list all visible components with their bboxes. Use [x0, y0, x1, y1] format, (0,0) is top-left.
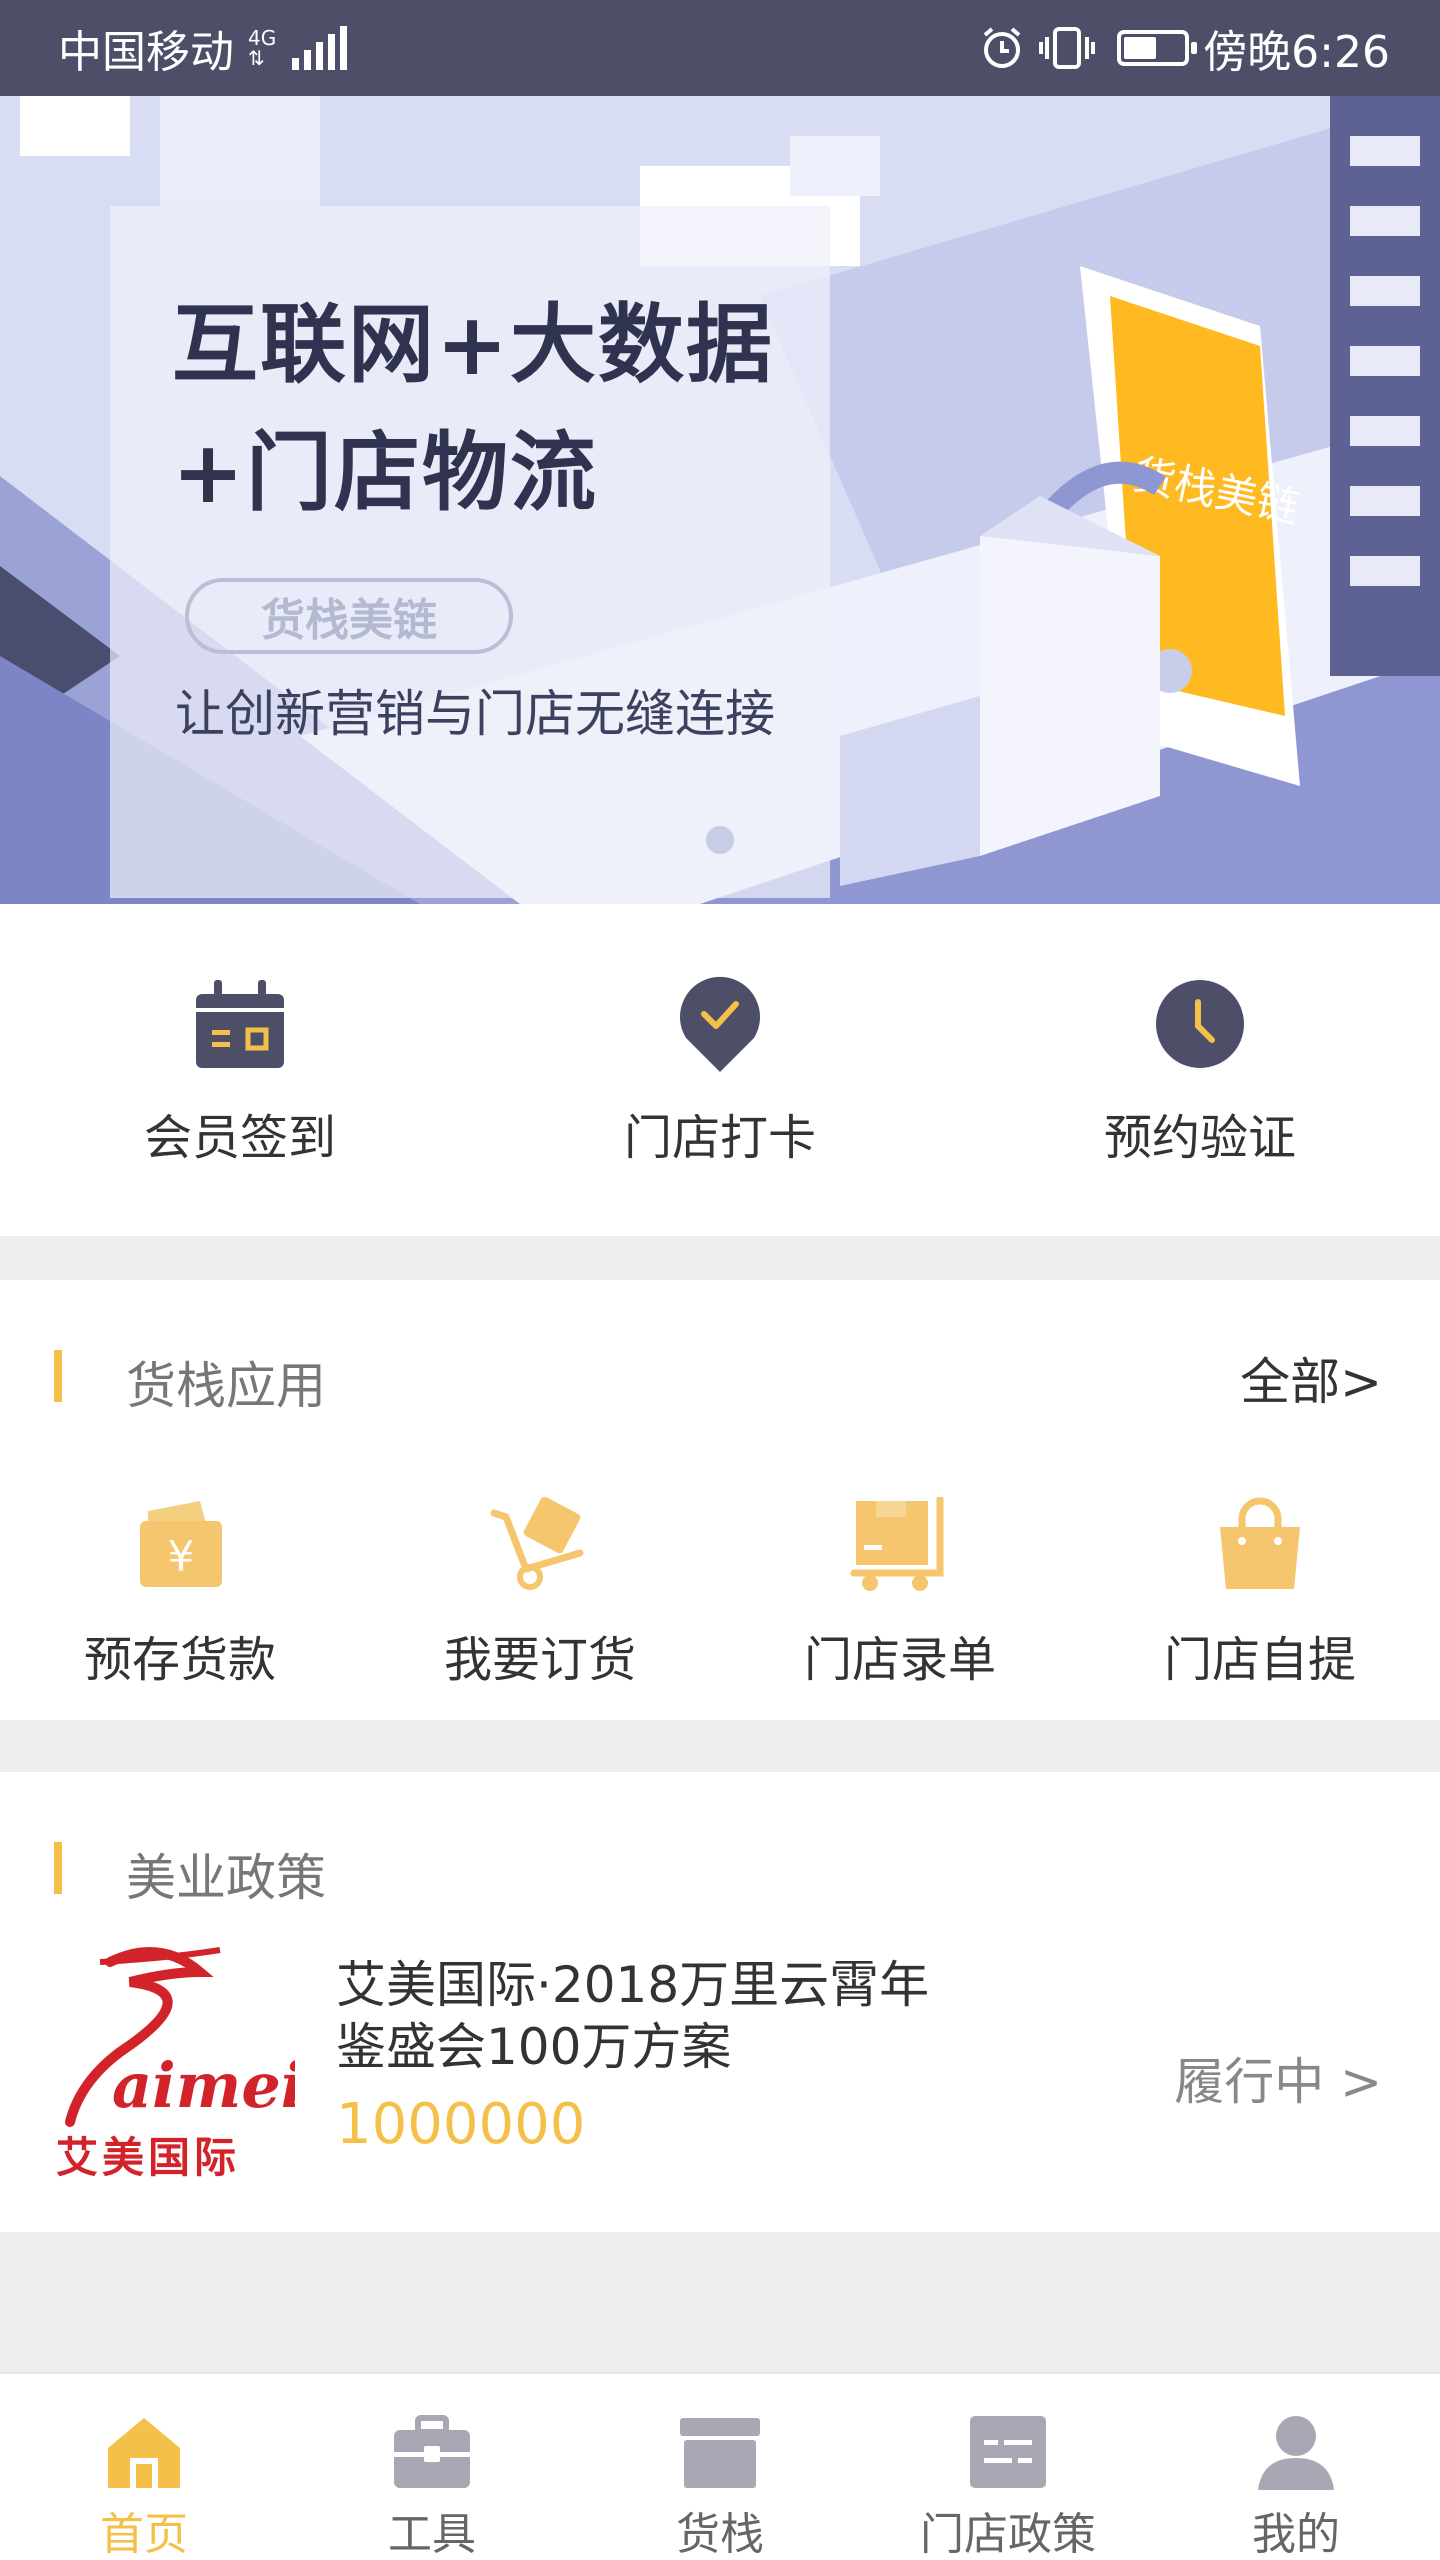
carrier-name: 中国移动: [58, 27, 234, 78]
apps-section-header: 货栈应用 全部>: [0, 1280, 1440, 1415]
aimei-logo: aimei 艾美国际: [56, 1947, 295, 2182]
hand-truck-icon: [485, 1490, 595, 1600]
app-store-pickup[interactable]: 门店自提: [1110, 1490, 1410, 1690]
nav-label: 工具: [388, 2509, 476, 2560]
policy-title: 艾美国际·2018万里云霄年鉴盛会100万方案: [336, 1956, 930, 2076]
app-screen: 中国移动 4G ⇅ 傍晚6:26 货栈美链 互联网+大数据 +门店物流 货栈美链…: [0, 0, 1440, 2560]
policy-section-header: 美业政策: [0, 1772, 1440, 1907]
app-order[interactable]: 我要订货: [390, 1490, 690, 1690]
signal-icon: [292, 26, 348, 70]
delivery-cart-icon: [845, 1490, 955, 1600]
status-right: 傍晚6:26: [979, 16, 1390, 80]
app-prepay[interactable]: ¥ 预存货款: [30, 1490, 330, 1690]
quick-actions: 会员签到 门店打卡 预约验证: [0, 904, 1440, 1236]
calendar-icon: [190, 974, 290, 1074]
nav-label: 货栈: [676, 2509, 764, 2560]
section-accent-bar: [54, 1842, 62, 1894]
alarm-icon: [983, 27, 1021, 68]
app-label: 预存货款: [83, 1632, 276, 1688]
network-type: 4G ⇅: [248, 28, 276, 68]
network-label: 4G: [248, 26, 277, 50]
nav-home[interactable]: 首页: [0, 2412, 288, 2560]
policy-status-link[interactable]: 履行中 >: [1174, 2042, 1382, 2114]
quick-action-label: 预约验证: [1103, 1110, 1296, 1166]
status-left: 中国移动 4G ⇅: [58, 16, 348, 80]
clock-time: 傍晚6:26: [1203, 27, 1390, 78]
app-label: 门店录单: [803, 1632, 996, 1688]
banner-headline-2: +门店物流: [172, 423, 599, 523]
nav-label: 门店政策: [920, 2509, 1096, 2560]
svg-text:¥: ¥: [168, 1532, 195, 1581]
home-icon: [104, 2412, 184, 2492]
quick-action-store-punch[interactable]: 门店打卡: [570, 974, 870, 1168]
vibrate-icon: [1039, 27, 1096, 69]
app-label: 我要订货: [443, 1632, 636, 1688]
section-accent-bar: [54, 1350, 62, 1402]
banner-brand-tag: 货栈美链: [185, 578, 513, 654]
quick-action-member-checkin[interactable]: 会员签到: [90, 974, 390, 1168]
toolbox-icon: [392, 2412, 472, 2492]
carousel-indicator[interactable]: [706, 826, 734, 854]
shopping-bag-icon: [1205, 1490, 1315, 1600]
nav-label: 我的: [1252, 2509, 1340, 2560]
user-icon: [1256, 2412, 1336, 2492]
archive-box-icon: [680, 2412, 760, 2492]
nav-tools[interactable]: 工具: [288, 2412, 576, 2560]
data-arrows-icon: ⇅: [248, 46, 265, 70]
policy-section: 美业政策 aimei 艾美国际 艾美国际·2018万里云霄年鉴盛会100万方案 …: [0, 1772, 1440, 2232]
quick-action-booking-verify[interactable]: 预约验证: [1050, 974, 1350, 1168]
nav-warehouse[interactable]: 货栈: [576, 2412, 864, 2560]
app-store-entry[interactable]: 门店录单: [750, 1490, 1050, 1690]
view-all-link[interactable]: 全部>: [1240, 1342, 1382, 1414]
nav-label: 首页: [100, 2509, 188, 2560]
logo-wordmark: aimei: [112, 2049, 295, 2122]
policy-amount: 1000000: [336, 2092, 586, 2157]
wallet-yen-icon: ¥: [125, 1490, 235, 1600]
apps-section: 货栈应用 全部> ¥ 预存货款 我要订货 门店录单 门店自提: [0, 1280, 1440, 1720]
quick-action-label: 会员签到: [143, 1110, 336, 1166]
policy-section-title: 美业政策: [126, 1849, 326, 1907]
banner-subtitle: 让创新营销与门店无缝连接: [175, 685, 775, 743]
location-check-icon: [670, 974, 770, 1074]
policy-card-icon: [968, 2412, 1048, 2492]
nav-profile[interactable]: 我的: [1152, 2412, 1440, 2560]
banner-headline-1: 互联网+大数据: [172, 295, 775, 395]
battery-icon: [1117, 30, 1198, 66]
status-bar: 中国移动 4G ⇅ 傍晚6:26: [0, 0, 1440, 96]
nav-store-policy[interactable]: 门店政策: [864, 2412, 1152, 2560]
promo-banner[interactable]: 货栈美链 互联网+大数据 +门店物流 货栈美链 让创新营销与门店无缝连接: [0, 96, 1440, 904]
bottom-nav: 首页 工具 货栈 门店政策 我的: [0, 2372, 1440, 2560]
apps-section-title: 货栈应用: [126, 1357, 326, 1415]
clock-icon: [1150, 974, 1250, 1074]
quick-action-label: 门店打卡: [623, 1110, 816, 1166]
app-label: 门店自提: [1163, 1632, 1356, 1688]
logo-subtitle: 艾美国际: [56, 2133, 240, 2182]
